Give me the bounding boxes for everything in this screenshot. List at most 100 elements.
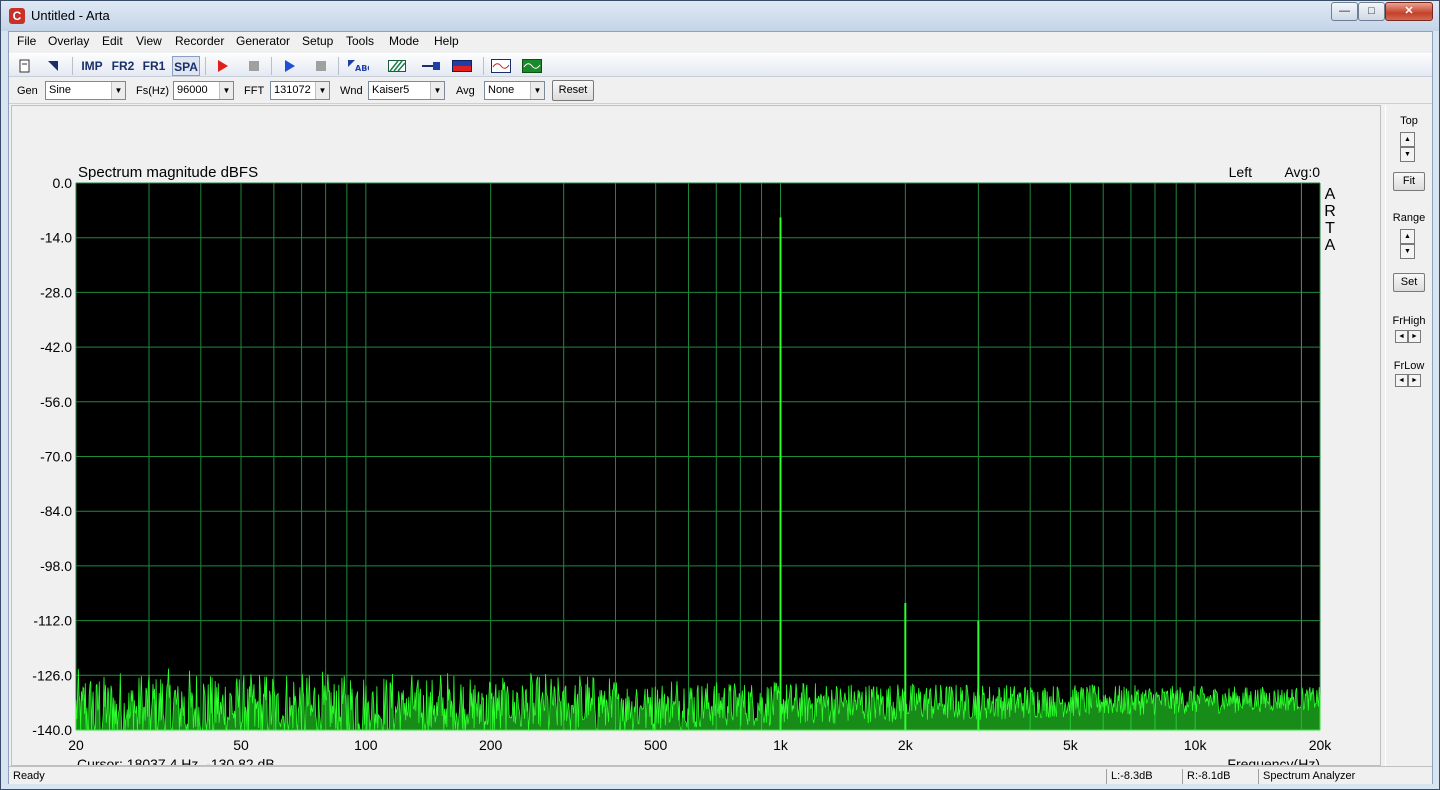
top-label: Top [1400,115,1418,127]
set-button[interactable]: Set [1393,273,1425,292]
window-title: Untitled - Arta [31,8,110,23]
client-area: File Overlay Edit View Recorder Generato… [8,31,1433,790]
toolbar-separator [483,57,484,75]
analyzer-controls: Gen Sine ▼ Fs(Hz) 96000 ▼ FFT 131072 ▼ W… [9,78,1432,104]
frhigh-label: FrHigh [1392,315,1426,327]
svg-text:ABC: ABC [355,64,369,73]
toolbar-separator [205,57,206,75]
y-tick-label: -42.0 [40,339,72,355]
y-tick-label: -126.0 [32,667,72,683]
abc-icon[interactable]: ABC [345,56,373,76]
status-right-level: R:-8.1dB [1182,769,1254,784]
x-tick-label: 10k [1184,737,1208,753]
record-stop-icon[interactable] [242,56,265,76]
probe-icon[interactable] [419,56,442,76]
averaging-value: None [488,84,515,96]
record-start-icon[interactable] [211,56,234,76]
avg-label: Avg [456,85,475,97]
toolbar-separator [271,57,272,75]
x-tick-label: 50 [233,737,249,753]
signal-icon[interactable] [520,56,543,76]
app-window: C Untitled - Arta — □ ✕ File Overlay Edi… [0,0,1440,790]
spectrum-chart[interactable]: 0.0 -14.0 -28.0 -42.0 -56.0 -70.0 -84.0 -98.0 -1… [12,106,1380,790]
generator-stop-icon[interactable] [309,56,332,76]
maximize-button[interactable]: □ [1358,2,1385,21]
y-tick-label: -112.0 [33,613,72,629]
chart-title: Spectrum magnitude dBFS [78,164,258,181]
frlow-left-button[interactable]: ◄ [1395,374,1408,387]
sample-rate-value: 96000 [177,84,208,96]
y-tick-label: -56.0 [40,394,72,410]
menu-bar: File Overlay Edit View Recorder Generato… [9,32,1432,52]
reset-button[interactable]: Reset [552,80,594,101]
menu-overlay[interactable]: Overlay [48,34,89,48]
menu-setup[interactable]: Setup [302,34,333,48]
window-value: Kaiser5 [372,84,410,96]
menu-tools[interactable]: Tools [346,34,374,48]
frlow-label: FrLow [1393,360,1425,372]
generator-select[interactable]: Sine ▼ [45,81,126,100]
title-bar[interactable]: C Untitled - Arta — □ ✕ [1,1,1439,31]
menu-recorder[interactable]: Recorder [175,34,224,48]
menu-view[interactable]: View [136,34,162,48]
arta-watermark-letter: T [1325,220,1335,237]
fs-label: Fs(Hz) [136,85,169,97]
x-tick-label: 1k [773,737,789,753]
range-label: Range [1392,212,1426,224]
cursor-readout: Cursor: 18037.4 Hz, -130.82 dB [77,756,275,765]
status-mode: Spectrum Analyzer [1258,769,1413,784]
minimize-button[interactable]: — [1331,2,1358,21]
fft-size-select[interactable]: 131072 ▼ [270,81,330,100]
fr2-mode-icon[interactable]: FR2 [110,56,136,76]
arta-app-icon: C [9,8,25,24]
menu-file[interactable]: File [17,34,36,48]
status-left-level: L:-8.3dB [1106,769,1178,784]
open-icon[interactable] [41,56,64,76]
toolbar: IMP FR2 FR1 SPA ABC [9,53,1432,77]
x-tick-label: 500 [644,737,668,753]
top-up-button[interactable]: ▲ [1400,132,1415,147]
spa-mode-icon[interactable]: SPA [172,56,200,76]
spectrum-plot-area: 0.0 -14.0 -28.0 -42.0 -56.0 -70.0 -84.0 -98.0 -1… [11,105,1381,790]
gen-label: Gen [17,85,38,97]
frhigh-right-button[interactable]: ► [1408,330,1421,343]
meter-icon[interactable] [450,56,473,76]
x-tick-label: 2k [898,737,914,753]
frlow-right-button[interactable]: ► [1408,374,1421,387]
chevron-down-icon: ▼ [530,82,544,99]
fft-size-value: 131072 [274,84,311,96]
range-up-button[interactable]: ▲ [1400,229,1415,244]
imp-mode-icon[interactable]: IMP [79,56,105,76]
new-icon[interactable] [13,56,36,76]
close-button[interactable]: ✕ [1385,2,1433,21]
range-down-button[interactable]: ▼ [1400,244,1415,259]
x-tick-label: 20k [1309,737,1333,753]
status-bar: Ready L:-8.3dB R:-8.1dB Spectrum Analyze… [9,766,1432,784]
frhigh-left-button[interactable]: ◄ [1395,330,1408,343]
menu-edit[interactable]: Edit [102,34,123,48]
y-tick-label: -28.0 [40,284,72,300]
arta-watermark-letter: R [1324,203,1336,220]
generator-start-icon[interactable] [278,56,301,76]
toolbar-separator [72,57,73,75]
arta-watermark-letter: A [1325,237,1336,254]
scale-panel: Top ▲ ▼ Fit Range ▲ ▼ Set FrHigh ◄ ► FrL… [1385,105,1431,766]
hatch-icon[interactable] [385,56,408,76]
wnd-label: Wnd [340,85,363,97]
fit-button[interactable]: Fit [1393,172,1425,191]
menu-mode[interactable]: Mode [389,34,419,48]
fr1-mode-icon[interactable]: FR1 [141,56,167,76]
averaging-select[interactable]: None ▼ [484,81,545,100]
generator-value: Sine [49,84,72,96]
window-select[interactable]: Kaiser5 ▼ [368,81,445,100]
menu-help[interactable]: Help [434,34,459,48]
scope-icon[interactable] [489,56,512,76]
x-tick-label: 20 [68,737,84,753]
menu-generator[interactable]: Generator [236,34,290,48]
y-tick-label: -84.0 [40,503,72,519]
top-down-button[interactable]: ▼ [1400,147,1415,162]
sample-rate-select[interactable]: 96000 ▼ [173,81,234,100]
channel-label: Left [1229,164,1252,180]
chevron-down-icon: ▼ [219,82,233,99]
x-tick-label: 100 [354,737,378,753]
